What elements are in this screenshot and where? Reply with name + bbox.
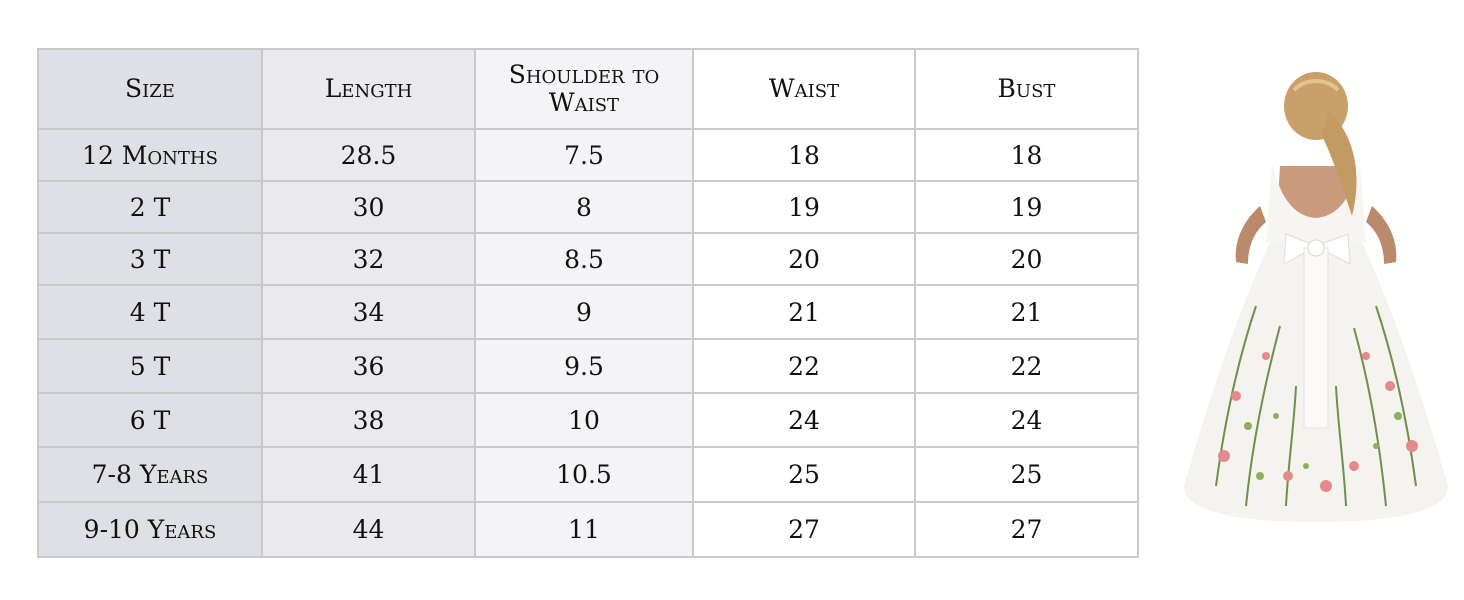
header-shoulder-to-waist: Shoulder to Waist <box>474 48 694 130</box>
shoulder-to-waist-cell: 10 <box>474 392 694 448</box>
bust-cell: 20 <box>914 232 1139 286</box>
size-cell: 2 T <box>37 180 263 234</box>
size-cell: 6 T <box>37 392 263 448</box>
shoulder-to-waist-cell: 8 <box>474 180 694 234</box>
length-cell: 44 <box>261 501 476 558</box>
header-size: Size <box>37 48 263 130</box>
waist-cell: 22 <box>692 338 916 394</box>
header-bust: Bust <box>914 48 1139 130</box>
waist-cell: 27 <box>692 501 916 558</box>
shoulder-to-waist-cell: 10.5 <box>474 446 694 503</box>
table-row: 7-8 Years 41 10.5 25 25 <box>37 446 1139 503</box>
size-chart-table: Size Length Shoulder to Waist Waist Bust… <box>37 48 1139 558</box>
bust-cell: 24 <box>914 392 1139 448</box>
shoulder-to-waist-cell: 8.5 <box>474 232 694 286</box>
bust-cell: 18 <box>914 128 1139 182</box>
size-cell: 9-10 Years <box>37 501 263 558</box>
length-cell: 30 <box>261 180 476 234</box>
length-cell: 34 <box>261 284 476 340</box>
waist-cell: 20 <box>692 232 916 286</box>
bust-cell: 27 <box>914 501 1139 558</box>
table-row: 5 T 36 9.5 22 22 <box>37 338 1139 394</box>
table-row: 4 T 34 9 21 21 <box>37 284 1139 340</box>
size-cell: 4 T <box>37 284 263 340</box>
bust-cell: 19 <box>914 180 1139 234</box>
table-row: 9-10 Years 44 11 27 27 <box>37 501 1139 558</box>
length-cell: 28.5 <box>261 128 476 182</box>
header-waist: Waist <box>692 48 916 130</box>
shoulder-to-waist-cell: 11 <box>474 501 694 558</box>
length-cell: 36 <box>261 338 476 394</box>
shoulder-to-waist-cell: 7.5 <box>474 128 694 182</box>
table-row: 3 T 32 8.5 20 20 <box>37 232 1139 286</box>
size-cell: 3 T <box>37 232 263 286</box>
size-cell: 7-8 Years <box>37 446 263 503</box>
shoulder-to-waist-cell: 9 <box>474 284 694 340</box>
bust-cell: 25 <box>914 446 1139 503</box>
length-cell: 32 <box>261 232 476 286</box>
bust-cell: 22 <box>914 338 1139 394</box>
shoulder-to-waist-cell: 9.5 <box>474 338 694 394</box>
waist-cell: 19 <box>692 180 916 234</box>
waist-cell: 25 <box>692 446 916 503</box>
waist-cell: 21 <box>692 284 916 340</box>
table-row: 12 Months 28.5 7.5 18 18 <box>37 128 1139 182</box>
dress-model-photo <box>1184 72 1448 522</box>
waist-cell: 24 <box>692 392 916 448</box>
length-cell: 41 <box>261 446 476 503</box>
waist-cell: 18 <box>692 128 916 182</box>
size-cell: 12 Months <box>37 128 263 182</box>
table-header-row: Size Length Shoulder to Waist Waist Bust <box>37 48 1139 130</box>
bust-cell: 21 <box>914 284 1139 340</box>
table-row: 2 T 30 8 19 19 <box>37 180 1139 234</box>
header-length: Length <box>261 48 476 130</box>
table-row: 6 T 38 10 24 24 <box>37 392 1139 448</box>
length-cell: 38 <box>261 392 476 448</box>
size-cell: 5 T <box>37 338 263 394</box>
header-shoulder-to-waist-label: Shoulder to Waist <box>508 60 660 117</box>
